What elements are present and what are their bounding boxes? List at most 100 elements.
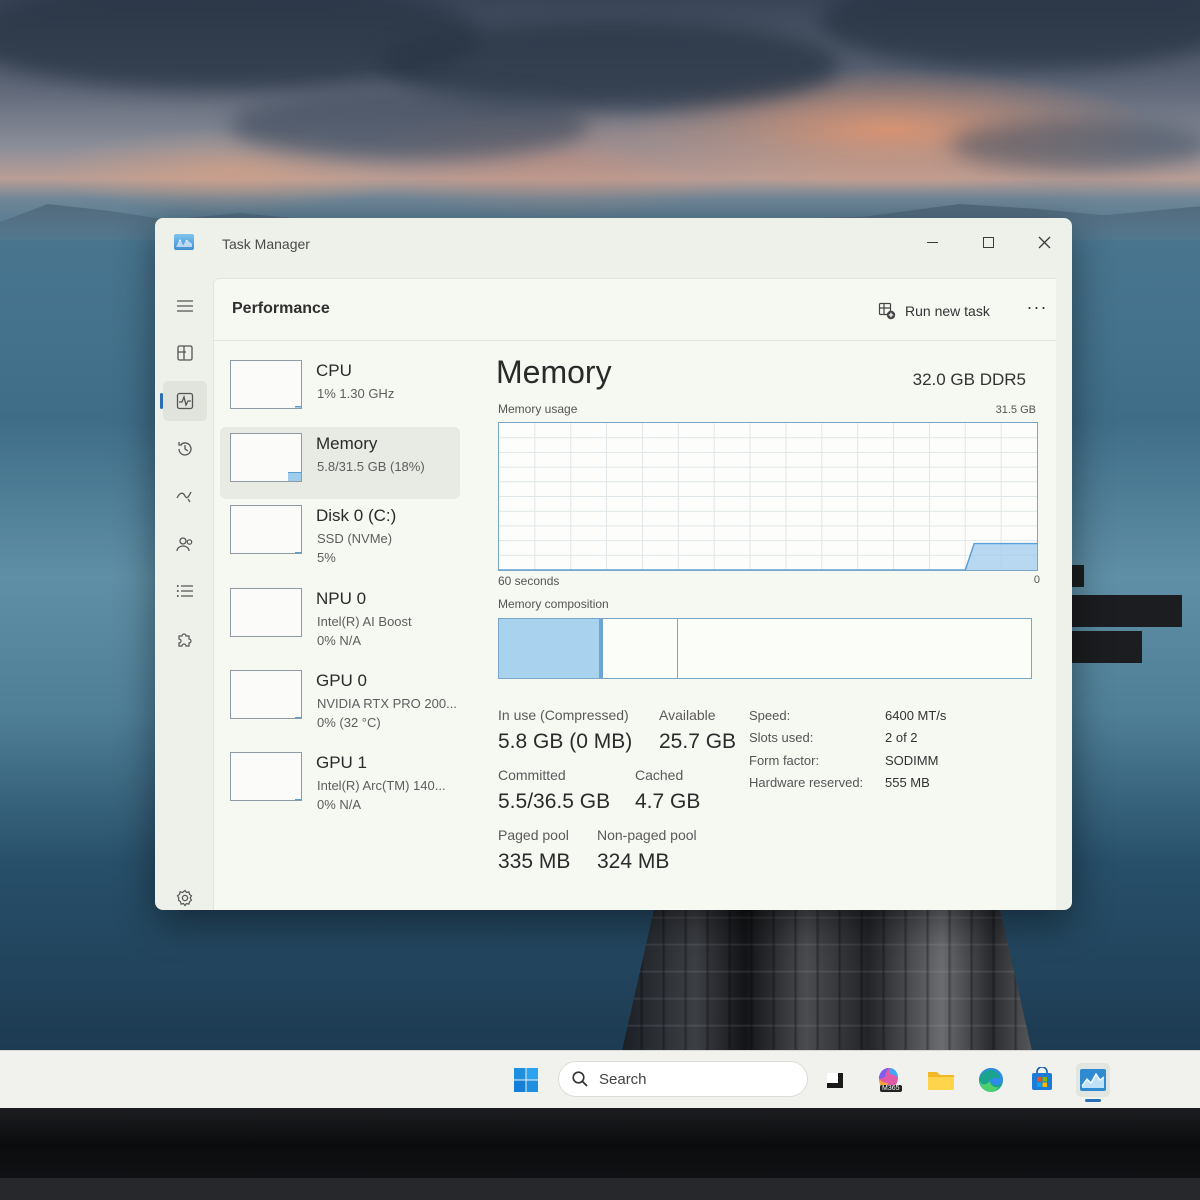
settings-button[interactable]: [163, 878, 207, 910]
available-label: Available: [659, 707, 716, 723]
task-view-icon: [827, 1073, 843, 1088]
start-button[interactable]: [509, 1063, 543, 1097]
device-name: NPU 0: [316, 589, 367, 608]
hardware-reserved-label: Hardware reserved:: [749, 775, 864, 790]
store-icon: [1032, 1067, 1052, 1090]
speed-label: Speed:: [749, 708, 791, 723]
task-manager-taskbar-button[interactable]: [1076, 1063, 1110, 1097]
nav-app-history[interactable]: [163, 429, 207, 469]
active-app-indicator: [1085, 1099, 1101, 1102]
run-new-task-icon: [878, 302, 896, 320]
nav-processes[interactable]: [163, 333, 207, 373]
details-list-icon: [176, 585, 193, 597]
device-thumbnail-graph: [230, 670, 302, 719]
device-utilization: 0% (32 °C): [317, 715, 381, 730]
device-name: Memory: [316, 434, 378, 453]
task-manager-icon: [1080, 1069, 1106, 1091]
file-explorer-button[interactable]: [924, 1063, 958, 1097]
gear-icon: [176, 889, 193, 907]
microsoft-store-button[interactable]: [1025, 1063, 1059, 1097]
memory-composition-bar: [498, 618, 1032, 679]
title-bar[interactable]: Task Manager: [155, 218, 1072, 276]
device-utilization: 0% N/A: [317, 797, 362, 812]
device-utilization: 0% N/A: [317, 633, 362, 648]
memory-usage-plot: [499, 423, 1037, 570]
composition-standby: [603, 619, 678, 678]
non-paged-pool-value: 324 MB: [597, 850, 670, 873]
device-thumbnail-graph: [230, 588, 302, 637]
navigation-rail: [155, 276, 217, 910]
device-name: GPU 0: [316, 671, 368, 690]
m365-badge: M365: [880, 1085, 902, 1092]
device-item-cpu[interactable]: CPU 1% 1.30 GHz: [220, 354, 460, 426]
device-thumbnail-graph: [230, 505, 302, 554]
device-item-disk-0-c[interactable]: Disk 0 (C:) SSD (NVMe) 5%: [220, 499, 460, 571]
maximize-button[interactable]: [965, 224, 1011, 260]
device-thumbnail-graph: [230, 433, 302, 482]
device-item-memory[interactable]: Memory 5.8/31.5 GB (18%): [220, 427, 460, 499]
device-utilization: 5%: [317, 550, 336, 565]
maximize-icon: [982, 236, 994, 248]
nav-startup-apps[interactable]: [163, 476, 207, 516]
cloud: [950, 120, 1200, 170]
edge-icon: [979, 1068, 1003, 1092]
more-options-button[interactable]: ···: [1022, 297, 1052, 323]
pier-beams: [1056, 565, 1186, 665]
device-item-gpu-0[interactable]: GPU 0 NVIDIA RTX PRO 200... 0% (32 °C): [220, 664, 460, 736]
memory-usage-line: [499, 542, 1037, 570]
cloud: [820, 0, 1200, 70]
device-usage-fill: [295, 406, 301, 408]
device-name: Disk 0 (C:): [316, 506, 397, 525]
task-view-button[interactable]: [818, 1063, 852, 1097]
device-usage-fill: [295, 799, 301, 800]
close-icon: [1038, 236, 1050, 248]
users-icon: [176, 537, 193, 552]
speed-value: 6400 MT/s: [885, 708, 947, 723]
graph-min-label: 0: [1033, 574, 1040, 586]
cloud: [230, 90, 590, 160]
hamburger-icon: [177, 300, 193, 312]
paged-pool-label: Paged pool: [498, 827, 569, 843]
slots-used-value: 2 of 2: [885, 730, 918, 745]
device-item-npu-0[interactable]: NPU 0 Intel(R) AI Boost 0% N/A: [220, 582, 460, 654]
minimize-button[interactable]: [909, 224, 955, 260]
nav-performance[interactable]: [160, 381, 207, 421]
composition-free: [677, 619, 1031, 678]
device-detail: SSD (NVMe): [317, 531, 393, 546]
run-new-task-button[interactable]: Run new task: [878, 298, 990, 324]
nav-services[interactable]: [163, 619, 207, 659]
task-manager-app-icon: [174, 234, 194, 250]
in-use-label: In use (Compressed): [498, 707, 629, 723]
edge-browser-button[interactable]: [974, 1063, 1008, 1097]
device-detail: Intel(R) Arc(TM) 140...: [317, 778, 446, 793]
taskbar: Search M365: [0, 1050, 1200, 1108]
close-button[interactable]: [1021, 224, 1067, 260]
memory-usage-label: Memory usage: [498, 402, 578, 416]
folder-icon: [928, 1072, 954, 1090]
content-panel: Performance Run new task ··· CPU 1% 1.30 …: [213, 278, 1056, 910]
performance-icon: [176, 392, 194, 410]
page-header: Performance Run new task ···: [214, 279, 1056, 341]
startup-icon: [176, 491, 192, 503]
committed-label: Committed: [498, 767, 566, 783]
nav-users[interactable]: [163, 524, 207, 564]
device-usage-fill: [288, 472, 301, 481]
device-name: GPU 1: [316, 753, 368, 772]
taskbar-search-box[interactable]: Search: [558, 1061, 808, 1097]
hamburger-menu-button[interactable]: [163, 286, 207, 326]
memory-spec: 32.0 GB DDR5: [912, 370, 1026, 389]
page-title: Performance: [232, 300, 330, 317]
device-usage-fill: [295, 552, 301, 553]
form-factor-label: Form factor:: [749, 753, 820, 768]
search-placeholder: Search: [599, 1070, 647, 1088]
paged-pool-value: 335 MB: [498, 850, 571, 873]
device-thumbnail-graph: [230, 752, 302, 801]
task-manager-window: Task Manager Performance Run new task ··…: [155, 218, 1072, 910]
device-item-gpu-1[interactable]: GPU 1 Intel(R) Arc(TM) 140... 0% N/A: [220, 746, 460, 818]
microsoft-365-copilot-button[interactable]: M365: [872, 1063, 906, 1097]
cached-label: Cached: [635, 767, 684, 783]
run-new-task-label: Run new task: [905, 303, 990, 319]
nav-details[interactable]: [163, 571, 207, 611]
minimize-icon: [926, 241, 938, 243]
non-paged-pool-label: Non-paged pool: [597, 827, 697, 843]
